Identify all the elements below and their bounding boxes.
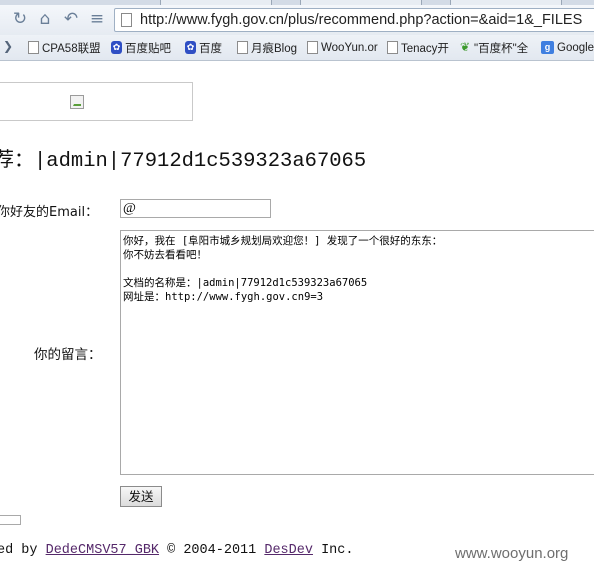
bookmarks-bar: ❯ CPA58联盟 ✿ 百度贴吧 ✿ 百度 月痕Blog WooYun.or T… xyxy=(0,35,594,61)
bookmark-label: 百度 xyxy=(199,42,222,55)
chevron-down-icon[interactable]: ❯ xyxy=(3,39,13,53)
bookmark-baidu[interactable]: ✿ 百度 xyxy=(185,39,222,56)
bookmark-google[interactable]: g Google xyxy=(541,39,594,56)
footer: ed by DedeCMSV57_GBK © 2004-2011 DesDev … xyxy=(0,543,353,558)
page-icon xyxy=(307,41,318,54)
page-icon xyxy=(237,41,248,54)
bookmark-label: Google xyxy=(557,41,594,54)
bookmark-baidu-cup[interactable]: ❦ "百度杯"全 xyxy=(460,39,528,56)
send-button[interactable]: 发送 xyxy=(120,486,162,507)
recommend-title-prefix: 荐： xyxy=(0,147,34,171)
bookmark-label: 月痕Blog xyxy=(251,42,298,55)
bookmark-label: 百度贴吧 xyxy=(125,42,171,55)
broken-image-icon xyxy=(70,95,84,109)
bookmark-tenacy[interactable]: Tenacy开 xyxy=(387,39,449,56)
message-label: 你的留言： xyxy=(34,347,102,363)
home-icon[interactable]: ⌂ xyxy=(35,9,55,29)
page-icon xyxy=(121,13,132,27)
dedecms-link[interactable]: DedeCMSV57_GBK xyxy=(46,543,159,558)
footer-prefix: ed by xyxy=(0,543,46,558)
url-text[interactable]: http://www.fygh.gov.cn/plus/recommend.ph… xyxy=(140,12,582,28)
bookmark-label: WooYun.or xyxy=(321,41,378,54)
baidu-paw-icon: ✿ xyxy=(111,41,122,54)
banner-image-frame xyxy=(0,82,193,121)
footer-suffix: Inc. xyxy=(312,543,354,558)
undo-icon[interactable]: ↶ xyxy=(61,9,81,29)
menu-icon[interactable]: ≡ xyxy=(87,9,107,29)
bookmark-wooyun[interactable]: WooYun.or xyxy=(307,39,378,56)
refresh-icon[interactable]: ↻ xyxy=(10,9,30,29)
email-label: 你好友的Email： xyxy=(0,205,99,220)
page-icon xyxy=(28,41,39,54)
navigation-bar: ↻ ⌂ ↶ ≡ http://www.fygh.gov.cn/plus/reco… xyxy=(0,5,594,35)
bookmark-cpa58[interactable]: CPA58联盟 xyxy=(28,39,101,56)
bookmark-label: "百度杯"全 xyxy=(474,42,529,55)
google-icon: g xyxy=(541,41,554,54)
leaf-icon: ❦ xyxy=(460,40,471,54)
watermark: www.wooyun.org xyxy=(455,545,569,562)
address-bar[interactable]: http://www.fygh.gov.cn/plus/recommend.ph… xyxy=(114,8,594,32)
bookmark-yuehen-blog[interactable]: 月痕Blog xyxy=(237,39,297,56)
page-icon xyxy=(387,41,398,54)
recommend-title: 荐：|admin|77912d1c539323a67065 xyxy=(0,143,366,173)
bookmark-baidu-tieba[interactable]: ✿ 百度贴吧 xyxy=(111,39,171,56)
desdev-link[interactable]: DesDev xyxy=(264,543,313,558)
small-input-box[interactable] xyxy=(0,515,21,525)
bookmark-label: Tenacy开 xyxy=(401,42,449,55)
message-textarea[interactable]: 你好，我在 [阜阳市城乡规划局欢迎您！] 发现了一个很好的东东： 你不妨去看看吧… xyxy=(120,230,594,475)
bookmark-label: CPA58联盟 xyxy=(42,42,101,55)
recommend-title-value: |admin|77912d1c539323a67065 xyxy=(34,150,367,173)
baidu-paw-icon: ✿ xyxy=(185,41,196,54)
footer-copyright: © 2004-2011 xyxy=(159,543,265,558)
email-field[interactable]: @ xyxy=(120,199,271,218)
